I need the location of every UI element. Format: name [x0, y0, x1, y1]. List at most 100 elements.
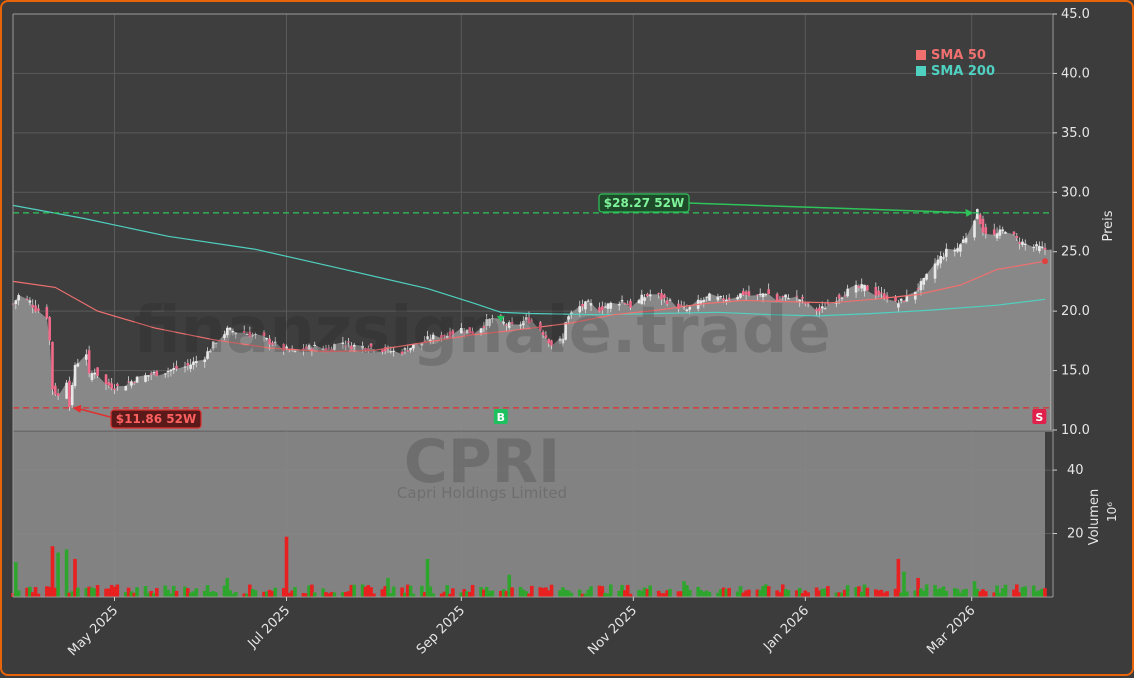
volume-bar [372, 593, 376, 597]
candle-body [922, 277, 926, 285]
candle-body [90, 373, 94, 380]
volume-bar [569, 592, 574, 597]
date-tick-label: Jul 2025 [245, 603, 294, 652]
volume-bar [155, 588, 159, 597]
candle-body [28, 300, 32, 303]
candle-body [1012, 231, 1016, 235]
candle-body [96, 367, 99, 376]
candle-body [1038, 246, 1041, 252]
52w-high-label: $28.27 52W [604, 196, 684, 210]
candle-body [919, 281, 923, 291]
candle-body [144, 375, 147, 382]
candle-body [976, 209, 979, 219]
price-tick-label: 25.0 [1061, 245, 1090, 260]
candle-body [998, 229, 1002, 236]
volume-bar [64, 549, 69, 597]
candle-body [984, 227, 988, 234]
price-tick-label: 40.0 [1061, 66, 1090, 81]
candle-body [37, 308, 40, 312]
date-tick-label: Sep 2025 [414, 603, 468, 657]
candle-body [1001, 229, 1005, 231]
volume-bar [214, 592, 218, 597]
candle-body [17, 295, 20, 301]
candle-body [897, 303, 900, 308]
sma50-endpoint [1042, 258, 1048, 265]
volume-bar [826, 586, 830, 597]
volume-tick-label: 40 [1067, 463, 1084, 478]
volume-bar [1003, 584, 1008, 597]
volume-bar [332, 592, 337, 597]
candle-body [913, 291, 917, 300]
candle-body [961, 239, 965, 243]
candle-body [163, 373, 167, 375]
candle-body [51, 341, 54, 390]
candle-body [1023, 243, 1027, 246]
52w-low-label: $11.86 52W [116, 412, 196, 426]
candle-body [132, 382, 136, 384]
volume-bar [95, 585, 100, 597]
volume-bar [284, 536, 289, 597]
candle-body [840, 297, 844, 299]
candle-body [995, 233, 999, 239]
candle-body [73, 365, 77, 386]
candle-body [964, 237, 968, 243]
candle-body [31, 304, 35, 308]
candle-body [110, 383, 113, 389]
candle-body [130, 381, 133, 386]
price-chart: $28.27 52W $11.86 52W B S 10.0 15.0 20.0 25.0 3… [11, 7, 1119, 659]
watermark-company: Capri Holdings Limited [397, 484, 567, 502]
candle-body [959, 244, 962, 252]
candle-body [14, 300, 18, 304]
candle-body [1021, 241, 1024, 245]
candle-body [956, 248, 959, 252]
chart-frame: $28.27 52W $11.86 52W B S 10.0 15.0 20.0 25.0 3… [0, 0, 1134, 676]
candle-body [916, 288, 920, 290]
volume-bar [707, 592, 712, 597]
legend-label: SMA 50 [931, 48, 986, 63]
volume-bar [431, 593, 435, 597]
candle-body [87, 350, 91, 374]
volume-bar [806, 592, 810, 597]
candle-body [880, 292, 883, 294]
candle-body [68, 380, 71, 408]
volume-tick-label: 20 [1067, 527, 1084, 542]
legend-label: SMA 200 [931, 64, 995, 79]
volume-bar [490, 590, 495, 597]
volume-bar [845, 585, 850, 597]
candle-body [48, 317, 51, 341]
volume-bar [273, 587, 278, 597]
volume-bar [1043, 588, 1047, 597]
volume-bar [786, 590, 791, 597]
candle-body [56, 393, 60, 396]
price-tick-label: 35.0 [1061, 126, 1090, 141]
price-tick-label: 30.0 [1061, 185, 1090, 200]
volume-bar [766, 586, 771, 597]
volume-bar [194, 588, 199, 597]
candle-body [65, 382, 68, 399]
volume-bar [1023, 586, 1028, 597]
candle-body [1040, 246, 1044, 248]
watermark-site: finanzsignale.trade [133, 294, 831, 368]
candle-body [945, 248, 948, 257]
price-tick-label: 15.0 [1061, 364, 1090, 379]
volume-bar [76, 587, 80, 597]
candle-body [45, 307, 49, 319]
candle-body [866, 285, 869, 291]
volume-axis-unit: 10⁶ [1105, 502, 1119, 522]
candle-body [854, 284, 858, 293]
candle-body [135, 376, 139, 383]
volume-bar [451, 588, 455, 597]
candle-body [116, 383, 119, 387]
volume-bar [470, 584, 475, 597]
candle-body [113, 388, 116, 391]
volume-bar [727, 587, 731, 597]
candle-body [25, 298, 29, 300]
volume-bar [896, 558, 901, 597]
candle-body [152, 371, 156, 374]
volume-bar [293, 587, 297, 597]
volume-bar [391, 586, 396, 597]
volume-bar [174, 590, 179, 597]
date-tick-label: Mar 2026 [924, 603, 978, 657]
candle-body [172, 368, 176, 370]
candle-body [953, 249, 957, 252]
